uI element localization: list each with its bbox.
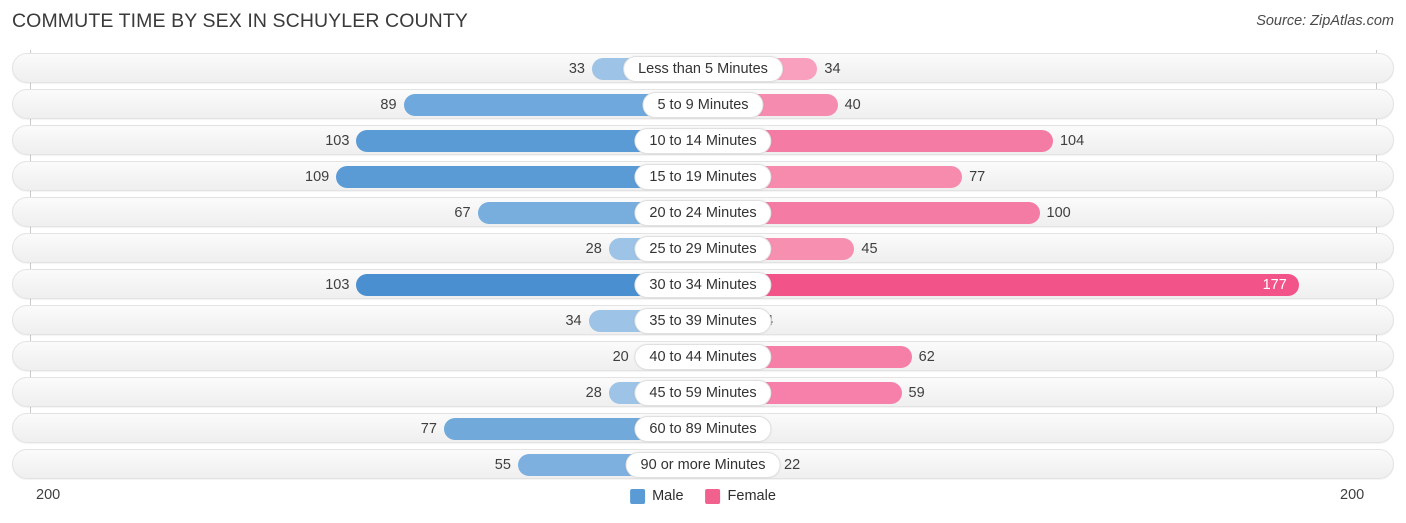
category-label: 10 to 14 Minutes — [634, 128, 772, 154]
category-label: 60 to 89 Minutes — [634, 416, 772, 442]
legend-swatch-male-icon — [630, 488, 646, 504]
page-title: COMMUTE TIME BY SEX IN SCHUYLER COUNTY — [12, 10, 468, 32]
bar-value-male: 28 — [585, 385, 602, 401]
bar-value-male: 89 — [380, 97, 397, 113]
bar-value-male: 109 — [305, 169, 330, 185]
chart-row-inner: 341435 to 39 Minutes — [13, 306, 1393, 334]
bar-value-male: 103 — [325, 133, 350, 149]
chart-plot-area: 33 34 Less than 5 Minutes 89 40 5 to 9 Minute… — [0, 50, 1406, 484]
axis-tick-right: 200 — [1340, 487, 1365, 503]
chart-footer: 200 200 Male Female — [0, 484, 1406, 523]
bar-value-male: 55 — [494, 457, 511, 473]
bar-value-male: 67 — [454, 205, 471, 221]
chart-row-inner: 103 104 10 to 14 Minutes — [13, 126, 1393, 154]
legend-item-female[interactable]: Female — [705, 488, 776, 504]
chart-row: 28 45 25 to 29 Minutes — [12, 233, 1394, 263]
bar-value-female: 45 — [861, 241, 878, 257]
category-label: 20 to 24 Minutes — [634, 200, 772, 226]
category-label: 35 to 39 Minutes — [634, 308, 772, 334]
chart-row: 55 22 90 or more Minutes — [12, 449, 1394, 479]
chart-row-inner: 20 62 40 to 44 Minutes — [13, 342, 1393, 370]
chart-row: 89 40 5 to 9 Minutes — [12, 89, 1394, 119]
category-label: 15 to 19 Minutes — [634, 164, 772, 190]
bar-value-female: 59 — [908, 385, 925, 401]
bar-female[interactable] — [703, 274, 1299, 296]
axis-tick-left: 200 — [36, 487, 61, 503]
chart-row: 103 104 10 to 14 Minutes — [12, 125, 1394, 155]
bar-value-male: 28 — [585, 241, 602, 257]
chart-row: 28 59 45 to 59 Minutes — [12, 377, 1394, 407]
bar-value-male: 20 — [612, 349, 629, 365]
bar-value-male: 77 — [420, 421, 437, 437]
category-label: 30 to 34 Minutes — [634, 272, 772, 298]
bar-value-female: 22 — [784, 457, 801, 473]
category-label: 90 or more Minutes — [625, 452, 781, 478]
chart-row-inner: 771060 to 89 Minutes — [13, 414, 1393, 442]
bar-value-male: 33 — [568, 61, 585, 77]
chart-row-inner: 109 77 15 to 19 Minutes — [13, 162, 1393, 190]
chart-row-inner: 28 45 25 to 29 Minutes — [13, 234, 1393, 262]
bar-value-male: 103 — [325, 277, 350, 293]
legend-label-female: Female — [727, 488, 776, 504]
chart-row-inner: 89 40 5 to 9 Minutes — [13, 90, 1393, 118]
category-label: 40 to 44 Minutes — [634, 344, 772, 370]
chart-row-inner: 55 22 90 or more Minutes — [13, 450, 1393, 478]
chart-legend: Male Female — [630, 488, 776, 504]
chart-row: 341435 to 39 Minutes — [12, 305, 1394, 335]
bar-value-female: 62 — [918, 349, 935, 365]
legend-item-male[interactable]: Male — [630, 488, 684, 504]
bar-value-female: 177 — [1262, 277, 1287, 293]
category-label: 25 to 29 Minutes — [634, 236, 772, 262]
chart-row-inner: 28 59 45 to 59 Minutes — [13, 378, 1393, 406]
chart-row: 67 100 20 to 24 Minutes — [12, 197, 1394, 227]
bar-value-female: 104 — [1059, 133, 1085, 149]
category-label: Less than 5 Minutes — [623, 56, 783, 82]
chart-row-inner: 103 177 30 to 34 Minutes — [13, 270, 1393, 298]
chart-row-inner: 67 100 20 to 24 Minutes — [13, 198, 1393, 226]
legend-label-male: Male — [652, 488, 684, 504]
chart-row: 33 34 Less than 5 Minutes — [12, 53, 1394, 83]
bar-value-female: 100 — [1046, 205, 1071, 221]
chart-row: 103 177 30 to 34 Minutes — [12, 269, 1394, 299]
legend-swatch-female-icon — [705, 488, 721, 504]
source-attribution: Source: ZipAtlas.com — [1256, 13, 1394, 29]
chart-page: COMMUTE TIME BY SEX IN SCHUYLER COUNTY S… — [0, 0, 1406, 523]
chart-row: 20 62 40 to 44 Minutes — [12, 341, 1394, 371]
category-label: 5 to 9 Minutes — [642, 92, 764, 118]
chart-row-inner: 33 34 Less than 5 Minutes — [13, 54, 1393, 82]
bar-value-female: 40 — [844, 97, 861, 113]
bar-value-female: 34 — [824, 61, 841, 77]
category-label: 45 to 59 Minutes — [634, 380, 772, 406]
chart-row: 771060 to 89 Minutes — [12, 413, 1394, 443]
chart-row: 109 77 15 to 19 Minutes — [12, 161, 1394, 191]
bar-value-male: 34 — [565, 313, 582, 329]
bar-value-female: 77 — [969, 169, 986, 185]
